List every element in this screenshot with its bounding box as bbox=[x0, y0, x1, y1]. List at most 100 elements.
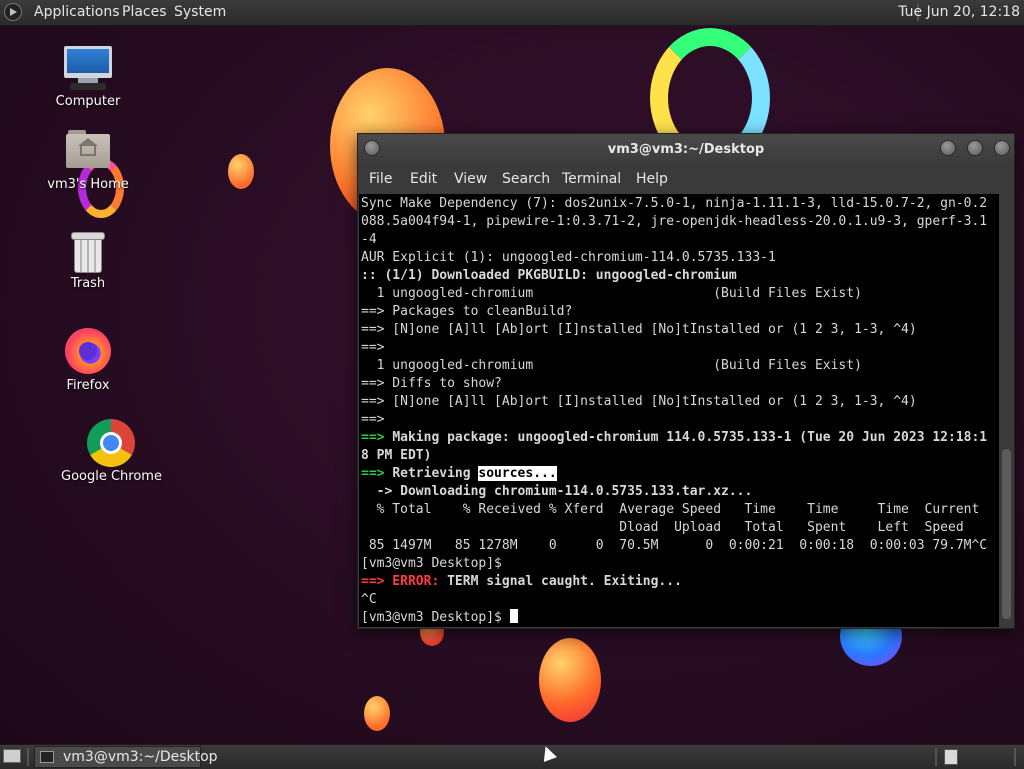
terminal-text-segment: Making package: ungoogled-chromium 114.0… bbox=[392, 430, 988, 445]
terminal-line: [vm3@vm3 Desktop]$ bbox=[361, 609, 997, 627]
terminal-text-segment: sources... bbox=[478, 466, 557, 481]
applications-menu[interactable]: Applications bbox=[34, 4, 120, 20]
menu-view[interactable]: View bbox=[454, 171, 487, 187]
terminal-text-segment: Dload Upload Total Spent Left Speed bbox=[361, 520, 964, 535]
computer-icon bbox=[64, 46, 112, 92]
menu-terminal[interactable]: Terminal bbox=[562, 171, 621, 187]
terminal-text-segment: 85 1497M 85 1278M 0 0 70.5M 0 0:00:21 0:… bbox=[361, 538, 988, 553]
top-panel: Applications Places System Tue Jun 20, 1… bbox=[0, 0, 1024, 26]
chrome-icon bbox=[87, 419, 135, 467]
panel-separator bbox=[27, 748, 29, 766]
terminal-text-segment: % Total % Received % Xferd Average Speed… bbox=[361, 502, 980, 517]
desktop-icon-label: Computer bbox=[55, 94, 121, 109]
terminal-line: 85 1497M 85 1278M 0 0 70.5M 0 0:00:21 0:… bbox=[361, 537, 997, 555]
terminal-line: Dload Upload Total Spent Left Speed bbox=[361, 519, 997, 537]
system-menu[interactable]: System bbox=[174, 4, 226, 20]
terminal-line: ==> Retrieving sources... bbox=[361, 465, 997, 483]
terminal-line: 8 PM EDT) bbox=[361, 447, 997, 465]
terminal-icon bbox=[40, 751, 54, 763]
terminal-text-segment: ==> bbox=[361, 430, 393, 445]
terminal-line: AUR Explicit (1): ungoogled-chromium-114… bbox=[361, 249, 997, 267]
terminal-text-segment: ==> bbox=[361, 466, 393, 481]
places-menu[interactable]: Places bbox=[122, 4, 167, 20]
terminal-line: -4 bbox=[361, 231, 997, 249]
desktop-icon-label: Firefox bbox=[66, 378, 110, 393]
close-button[interactable] bbox=[994, 140, 1010, 156]
window-title: vm3@vm3:~/Desktop bbox=[607, 142, 765, 157]
terminal-line: 088.5a004f94-1, pipewire-1:0.3.71-2, jre… bbox=[361, 213, 997, 231]
desktop-icon-label: Google Chrome bbox=[61, 469, 162, 484]
desktop-icon-home[interactable]: vm3's Home bbox=[38, 130, 138, 192]
trash-icon bbox=[71, 232, 105, 274]
terminal-text-segment: AUR Explicit (1): ungoogled-chromium-114… bbox=[361, 250, 776, 265]
terminal-text-segment: 088.5a004f94-1, pipewire-1:0.3.71-2, jre… bbox=[361, 214, 988, 229]
terminal-scrollbar[interactable] bbox=[999, 194, 1013, 627]
terminal-line: ==> [N]one [A]ll [Ab]ort [I]nstalled [No… bbox=[361, 321, 997, 339]
terminal-line: -> Downloading chromium-114.0.5735.133.t… bbox=[361, 483, 997, 501]
terminal-menubar: File Edit View Search Terminal Help bbox=[358, 164, 1014, 194]
terminal-text-segment: :: (1/1) Downloaded PKGBUILD: ungoogled-… bbox=[361, 268, 737, 283]
desktop-icon-firefox[interactable]: Firefox bbox=[38, 328, 138, 393]
terminal-line: ==> Making package: ungoogled-chromium 1… bbox=[361, 429, 997, 447]
bottom-panel: vm3@vm3:~/Desktop bbox=[0, 744, 1024, 769]
wallpaper-orb bbox=[364, 696, 390, 731]
menu-file[interactable]: File bbox=[369, 171, 392, 187]
window-titlebar[interactable]: vm3@vm3:~/Desktop bbox=[358, 134, 1014, 164]
workspace-switcher[interactable] bbox=[944, 749, 958, 765]
terminal-line: ==> [N]one [A]ll [Ab]ort [I]nstalled [No… bbox=[361, 393, 997, 411]
terminal-line: ==> bbox=[361, 411, 997, 429]
desktop-icon-label: vm3's Home bbox=[47, 177, 129, 192]
terminal-text-segment: 8 PM EDT) bbox=[361, 448, 432, 463]
terminal-window: vm3@vm3:~/Desktop File Edit View Search … bbox=[357, 133, 1015, 629]
terminal-text-segment: ^C bbox=[361, 592, 377, 607]
desktop-icon-computer[interactable]: Computer bbox=[38, 46, 138, 109]
terminal-text-segment: -> Downloading chromium-114.0.5735.133.t… bbox=[361, 484, 753, 499]
wallpaper-orb bbox=[228, 154, 254, 189]
scrollbar-thumb[interactable] bbox=[1002, 449, 1011, 619]
panel-separator bbox=[935, 748, 937, 766]
terminal-line: [vm3@vm3 Desktop]$ bbox=[361, 555, 997, 573]
taskbar-item-terminal[interactable]: vm3@vm3:~/Desktop bbox=[34, 746, 218, 768]
terminal-output[interactable]: Sync Make Dependency (7): dos2unix-7.5.0… bbox=[359, 194, 999, 627]
maximize-button[interactable] bbox=[967, 140, 983, 156]
wallpaper-orb bbox=[539, 638, 601, 722]
menu-help[interactable]: Help bbox=[636, 171, 668, 187]
terminal-line: ==> Diffs to show? bbox=[361, 375, 997, 393]
terminal-text-segment: Retrieving bbox=[392, 466, 479, 481]
terminal-text-segment: [vm3@vm3 Desktop]$ bbox=[361, 610, 510, 625]
desktop-icon-trash[interactable]: Trash bbox=[38, 232, 138, 291]
terminal-text-segment: -4 bbox=[361, 232, 377, 247]
terminal-text: Sync Make Dependency (7): dos2unix-7.5.0… bbox=[359, 194, 999, 627]
terminal-line: 1 ungoogled-chromium (Build Files Exist) bbox=[361, 357, 997, 375]
terminal-text-segment: ==> bbox=[361, 412, 385, 427]
desktop-icon-chrome[interactable]: Google Chrome bbox=[61, 419, 162, 484]
terminal-cursor bbox=[509, 609, 518, 623]
terminal-text-segment: 1 ungoogled-chromium (Build Files Exist) bbox=[361, 358, 862, 373]
terminal-text-segment: ==> Packages to cleanBuild? bbox=[361, 304, 573, 319]
terminal-text-segment: ==> ERROR: bbox=[361, 574, 448, 589]
panel-separator bbox=[1014, 748, 1016, 766]
minimize-button[interactable] bbox=[940, 140, 956, 156]
menu-edit[interactable]: Edit bbox=[410, 171, 437, 187]
terminal-text-segment: Sync Make Dependency (7): dos2unix-7.5.0… bbox=[361, 196, 988, 211]
distro-logo-icon[interactable] bbox=[4, 3, 22, 21]
clock[interactable]: Tue Jun 20, 12:18 bbox=[898, 4, 1020, 20]
desktop-icon-label: Trash bbox=[70, 276, 106, 291]
terminal-line: % Total % Received % Xferd Average Speed… bbox=[361, 501, 997, 519]
menu-search[interactable]: Search bbox=[502, 171, 550, 187]
firefox-icon bbox=[65, 328, 111, 374]
terminal-line: ==> bbox=[361, 339, 997, 357]
terminal-line: 1 ungoogled-chromium (Build Files Exist) bbox=[361, 285, 997, 303]
terminal-text-segment: ==> [N]one [A]ll [Ab]ort [I]nstalled [No… bbox=[361, 322, 917, 337]
terminal-text-segment: TERM signal caught. Exiting... bbox=[447, 574, 682, 589]
home-folder-icon bbox=[66, 130, 110, 168]
show-desktop-icon[interactable] bbox=[3, 749, 21, 763]
terminal-line: ==> Packages to cleanBuild? bbox=[361, 303, 997, 321]
terminal-text-segment: ==> [N]one [A]ll [Ab]ort [I]nstalled [No… bbox=[361, 394, 917, 409]
terminal-line: Sync Make Dependency (7): dos2unix-7.5.0… bbox=[361, 195, 997, 213]
terminal-text-segment: ==> bbox=[361, 340, 385, 355]
terminal-line: ^C bbox=[361, 591, 997, 609]
taskbar-item-label: vm3@vm3:~/Desktop bbox=[63, 749, 218, 765]
terminal-text-segment: ==> Diffs to show? bbox=[361, 376, 502, 391]
terminal-line: ==> ERROR: TERM signal caught. Exiting..… bbox=[361, 573, 997, 591]
